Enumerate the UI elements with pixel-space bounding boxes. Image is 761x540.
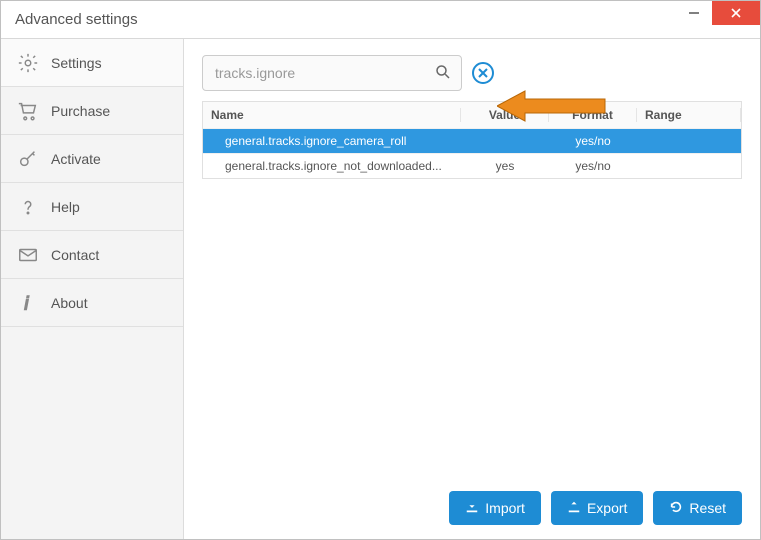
main-panel: Name Value Format Range general.tracks.i… — [184, 39, 760, 539]
search-icon[interactable] — [434, 63, 452, 86]
button-label: Reset — [689, 500, 726, 516]
search-bar — [184, 39, 760, 101]
sidebar-item-contact[interactable]: Contact — [1, 231, 183, 279]
question-icon — [15, 194, 41, 220]
window-title: Advanced settings — [15, 11, 676, 28]
import-button[interactable]: Import — [449, 491, 541, 525]
clear-search-button[interactable] — [472, 62, 494, 84]
cell-format: yes/no — [549, 159, 637, 173]
sidebar-item-label: Activate — [51, 151, 101, 167]
table-row[interactable]: general.tracks.ignore_camera_roll yes/no — [203, 128, 741, 153]
col-header-range[interactable]: Range — [637, 108, 741, 122]
cell-name: general.tracks.ignore_not_downloaded... — [203, 159, 461, 173]
sidebar-item-about[interactable]: i About — [1, 279, 183, 327]
close-button[interactable] — [712, 1, 760, 25]
button-label: Import — [485, 500, 525, 516]
info-icon: i — [15, 290, 41, 316]
minimize-button[interactable] — [676, 1, 712, 25]
col-header-name[interactable]: Name — [203, 108, 461, 122]
table-row[interactable]: general.tracks.ignore_not_downloaded... … — [203, 153, 741, 178]
col-header-format[interactable]: Format — [549, 108, 637, 122]
col-header-value[interactable]: Value — [461, 108, 549, 122]
button-label: Export — [587, 500, 627, 516]
sidebar-item-purchase[interactable]: Purchase — [1, 87, 183, 135]
sidebar-item-label: Contact — [51, 247, 99, 263]
cell-format: yes/no — [549, 134, 637, 148]
sidebar-item-label: Settings — [51, 55, 102, 71]
sidebar: Settings Purchase Activate Help Contact — [1, 39, 184, 539]
titlebar: Advanced settings — [1, 1, 760, 39]
cell-value[interactable]: yes — [461, 159, 549, 173]
search-input[interactable] — [202, 55, 462, 91]
reset-icon — [669, 500, 683, 517]
settings-table: Name Value Format Range general.tracks.i… — [202, 101, 742, 179]
sidebar-item-label: Help — [51, 199, 80, 215]
import-icon — [465, 500, 479, 517]
table-header: Name Value Format Range — [203, 102, 741, 128]
reset-button[interactable]: Reset — [653, 491, 742, 525]
sidebar-item-settings[interactable]: Settings — [1, 39, 183, 87]
svg-text:i: i — [24, 292, 29, 313]
cell-name: general.tracks.ignore_camera_roll — [203, 134, 461, 148]
export-button[interactable]: Export — [551, 491, 643, 525]
search-box — [202, 55, 462, 91]
cart-icon — [15, 98, 41, 124]
gear-icon — [15, 50, 41, 76]
sidebar-item-label: About — [51, 295, 88, 311]
sidebar-item-activate[interactable]: Activate — [1, 135, 183, 183]
mail-icon — [15, 242, 41, 268]
footer-buttons: Import Export Reset — [449, 491, 742, 525]
sidebar-item-label: Purchase — [51, 103, 110, 119]
export-icon — [567, 500, 581, 517]
sidebar-item-help[interactable]: Help — [1, 183, 183, 231]
key-icon — [15, 146, 41, 172]
